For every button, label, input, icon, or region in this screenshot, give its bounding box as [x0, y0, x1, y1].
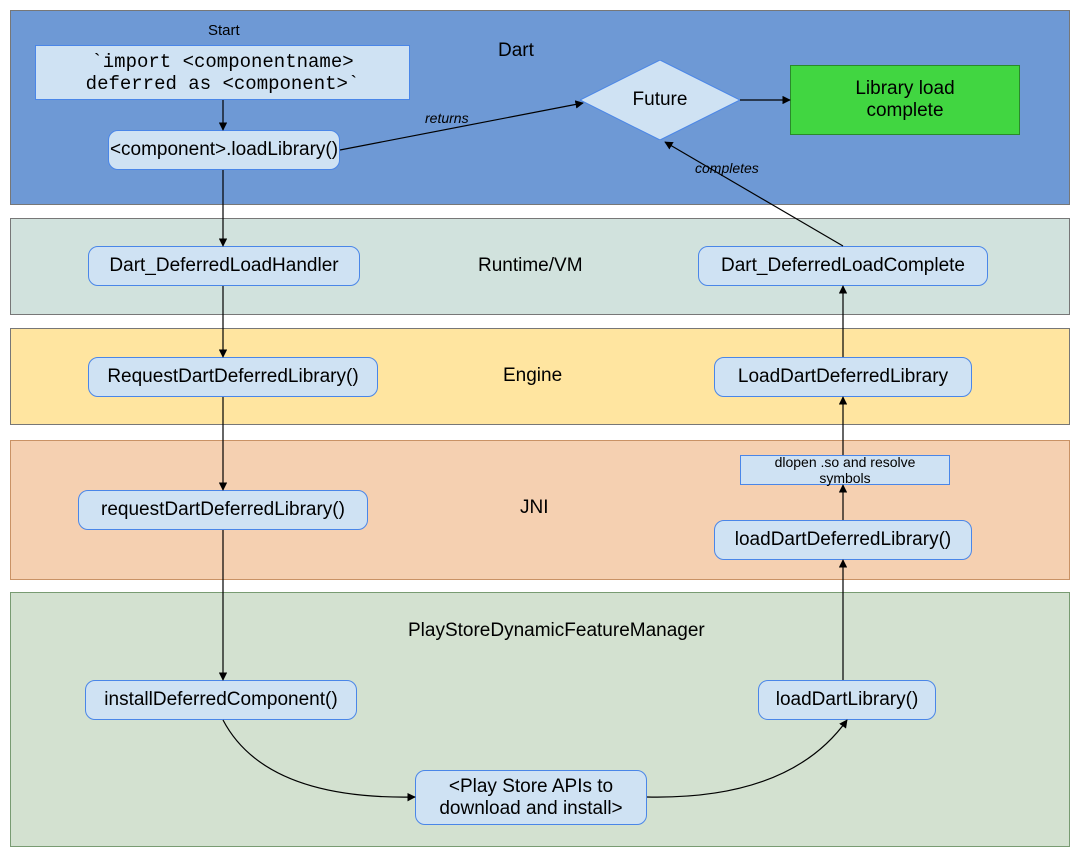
- node-load-library: <component>.loadLibrary(): [108, 130, 340, 170]
- node-import-statement: `import <componentname> deferred as <com…: [35, 45, 410, 100]
- layer-label-jni: JNI: [520, 497, 549, 519]
- node-install-deferred: installDeferredComponent(): [85, 680, 357, 720]
- start-label: Start: [208, 22, 240, 39]
- node-dart-deferred-complete: Dart_DeferredLoadComplete: [698, 246, 988, 286]
- edge-label-returns: returns: [425, 110, 469, 126]
- node-playstore-apis: <Play Store APIs to download and install…: [415, 770, 647, 825]
- node-load-dart-library: loadDartLibrary(): [758, 680, 936, 720]
- node-load-dart-deferred-jni: loadDartDeferredLibrary(): [714, 520, 972, 560]
- layer-label-engine: Engine: [503, 365, 562, 387]
- layer-label-runtime: Runtime/VM: [478, 255, 583, 277]
- node-future: Future: [580, 60, 740, 140]
- node-dart-deferred-handler: Dart_DeferredLoadHandler: [88, 246, 360, 286]
- node-dlopen-note: dlopen .so and resolve symbols: [740, 455, 950, 485]
- edge-label-completes: completes: [695, 160, 759, 176]
- node-library-complete: Library load complete: [790, 65, 1020, 135]
- node-load-dart-deferred-engine: LoadDartDeferredLibrary: [714, 357, 972, 397]
- node-future-label: Future: [633, 89, 688, 111]
- layer-label-playstore: PlayStoreDynamicFeatureManager: [408, 620, 705, 642]
- layer-label-dart: Dart: [498, 40, 534, 62]
- node-request-dart-deferred-jni: requestDartDeferredLibrary(): [78, 490, 368, 530]
- node-request-dart-deferred-engine: RequestDartDeferredLibrary(): [88, 357, 378, 397]
